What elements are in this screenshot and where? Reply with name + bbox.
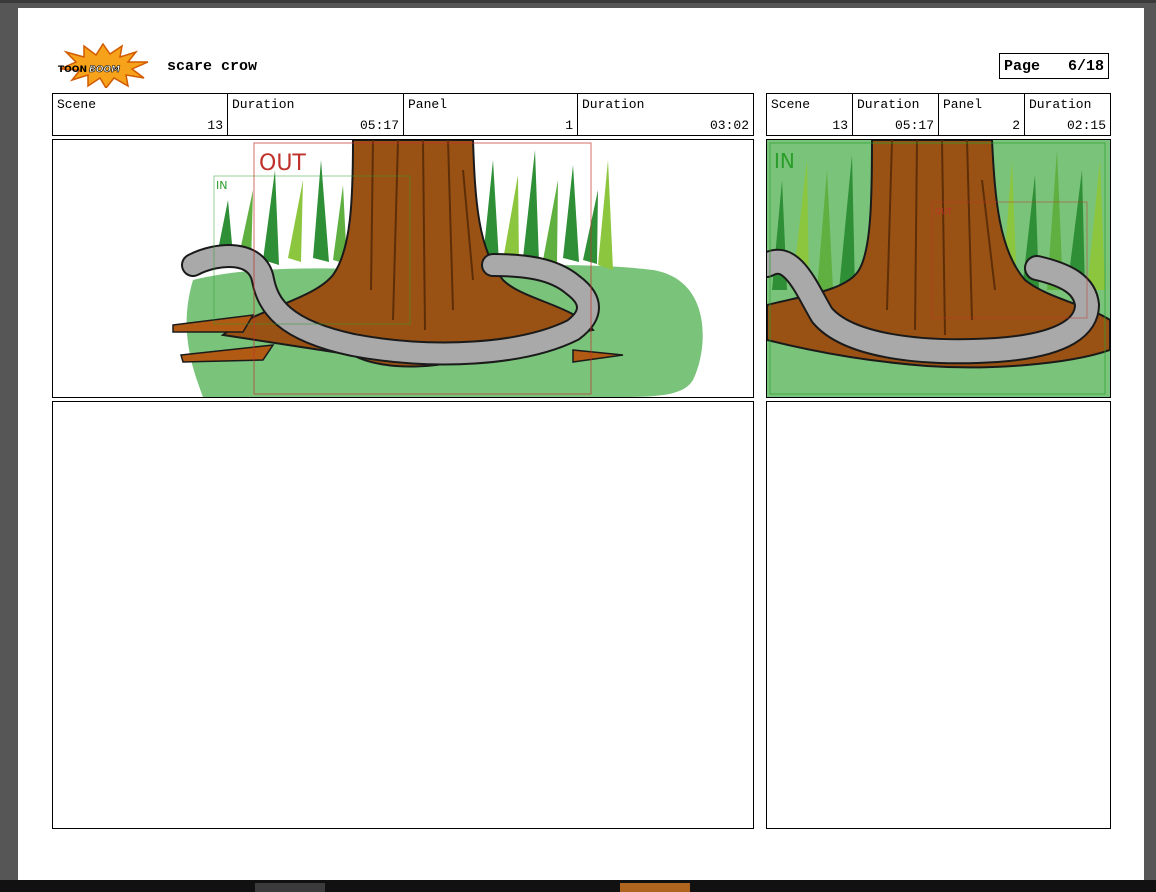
panel1-header: Scene 13 Duration 05:17 Panel 1 Duration…: [52, 93, 754, 136]
scene-duration-value: 05:17: [359, 118, 399, 133]
panel2-header: Scene 13 Duration 05:17 Panel 2 Duration…: [766, 93, 1111, 136]
viewer-bottom-strip: [0, 880, 1156, 892]
panel-duration-value: 02:15: [1066, 118, 1106, 133]
panel-duration-value: 03:02: [709, 118, 749, 133]
out-frame-label: OUT: [935, 207, 952, 216]
panel-duration-cell: Duration 02:15: [1025, 94, 1110, 135]
out-frame-label: OUT: [259, 151, 306, 176]
scene-value: 13: [207, 118, 223, 133]
page-label: Page: [1004, 57, 1041, 75]
thumbnail-segment: [255, 883, 325, 892]
page-number: 6/18: [1067, 57, 1104, 75]
svg-text:TOON: TOON: [58, 65, 87, 75]
duration-label: Duration: [857, 97, 920, 112]
panel1-notes-box[interactable]: [52, 401, 754, 829]
panel-value: 2: [1012, 118, 1020, 133]
panel1-image[interactable]: OUT IN: [52, 139, 754, 398]
scene-label: Scene: [771, 97, 811, 112]
scene-cell: Scene 13: [53, 94, 228, 135]
viewer-top-bar: [0, 0, 1156, 3]
panel-cell: Panel 1: [404, 94, 578, 135]
duration-label: Duration: [582, 97, 645, 112]
duration-label: Duration: [232, 97, 295, 112]
panel-value: 1: [565, 118, 573, 133]
thumbnail-segment-active: [620, 883, 690, 892]
panel-duration-cell: Duration 03:02: [578, 94, 753, 135]
scene-duration-cell: Duration 05:17: [228, 94, 404, 135]
scene-duration-value: 05:17: [894, 118, 934, 133]
duration-label: Duration: [1029, 97, 1092, 112]
storyboard-page: TOON BOOM scare crow Page 6/18 Scene 13 …: [18, 8, 1144, 880]
toon-boom-logo: TOON BOOM: [58, 42, 149, 88]
scene-cell: Scene 13: [767, 94, 853, 135]
in-frame-label: IN: [216, 179, 227, 192]
panel-label: Panel: [408, 97, 448, 112]
page-indicator: Page 6/18: [999, 53, 1109, 79]
scene-duration-cell: Duration 05:17: [853, 94, 939, 135]
document-title: scare crow: [167, 58, 258, 75]
panel2-image[interactable]: IN OUT: [766, 139, 1111, 398]
panel-label: Panel: [943, 97, 983, 112]
scene-value: 13: [832, 118, 848, 133]
scene-label: Scene: [57, 97, 97, 112]
in-frame-label: IN: [774, 149, 795, 173]
panel2-notes-box[interactable]: [766, 401, 1111, 829]
svg-text:BOOM: BOOM: [89, 65, 120, 75]
panel-cell: Panel 2: [939, 94, 1025, 135]
